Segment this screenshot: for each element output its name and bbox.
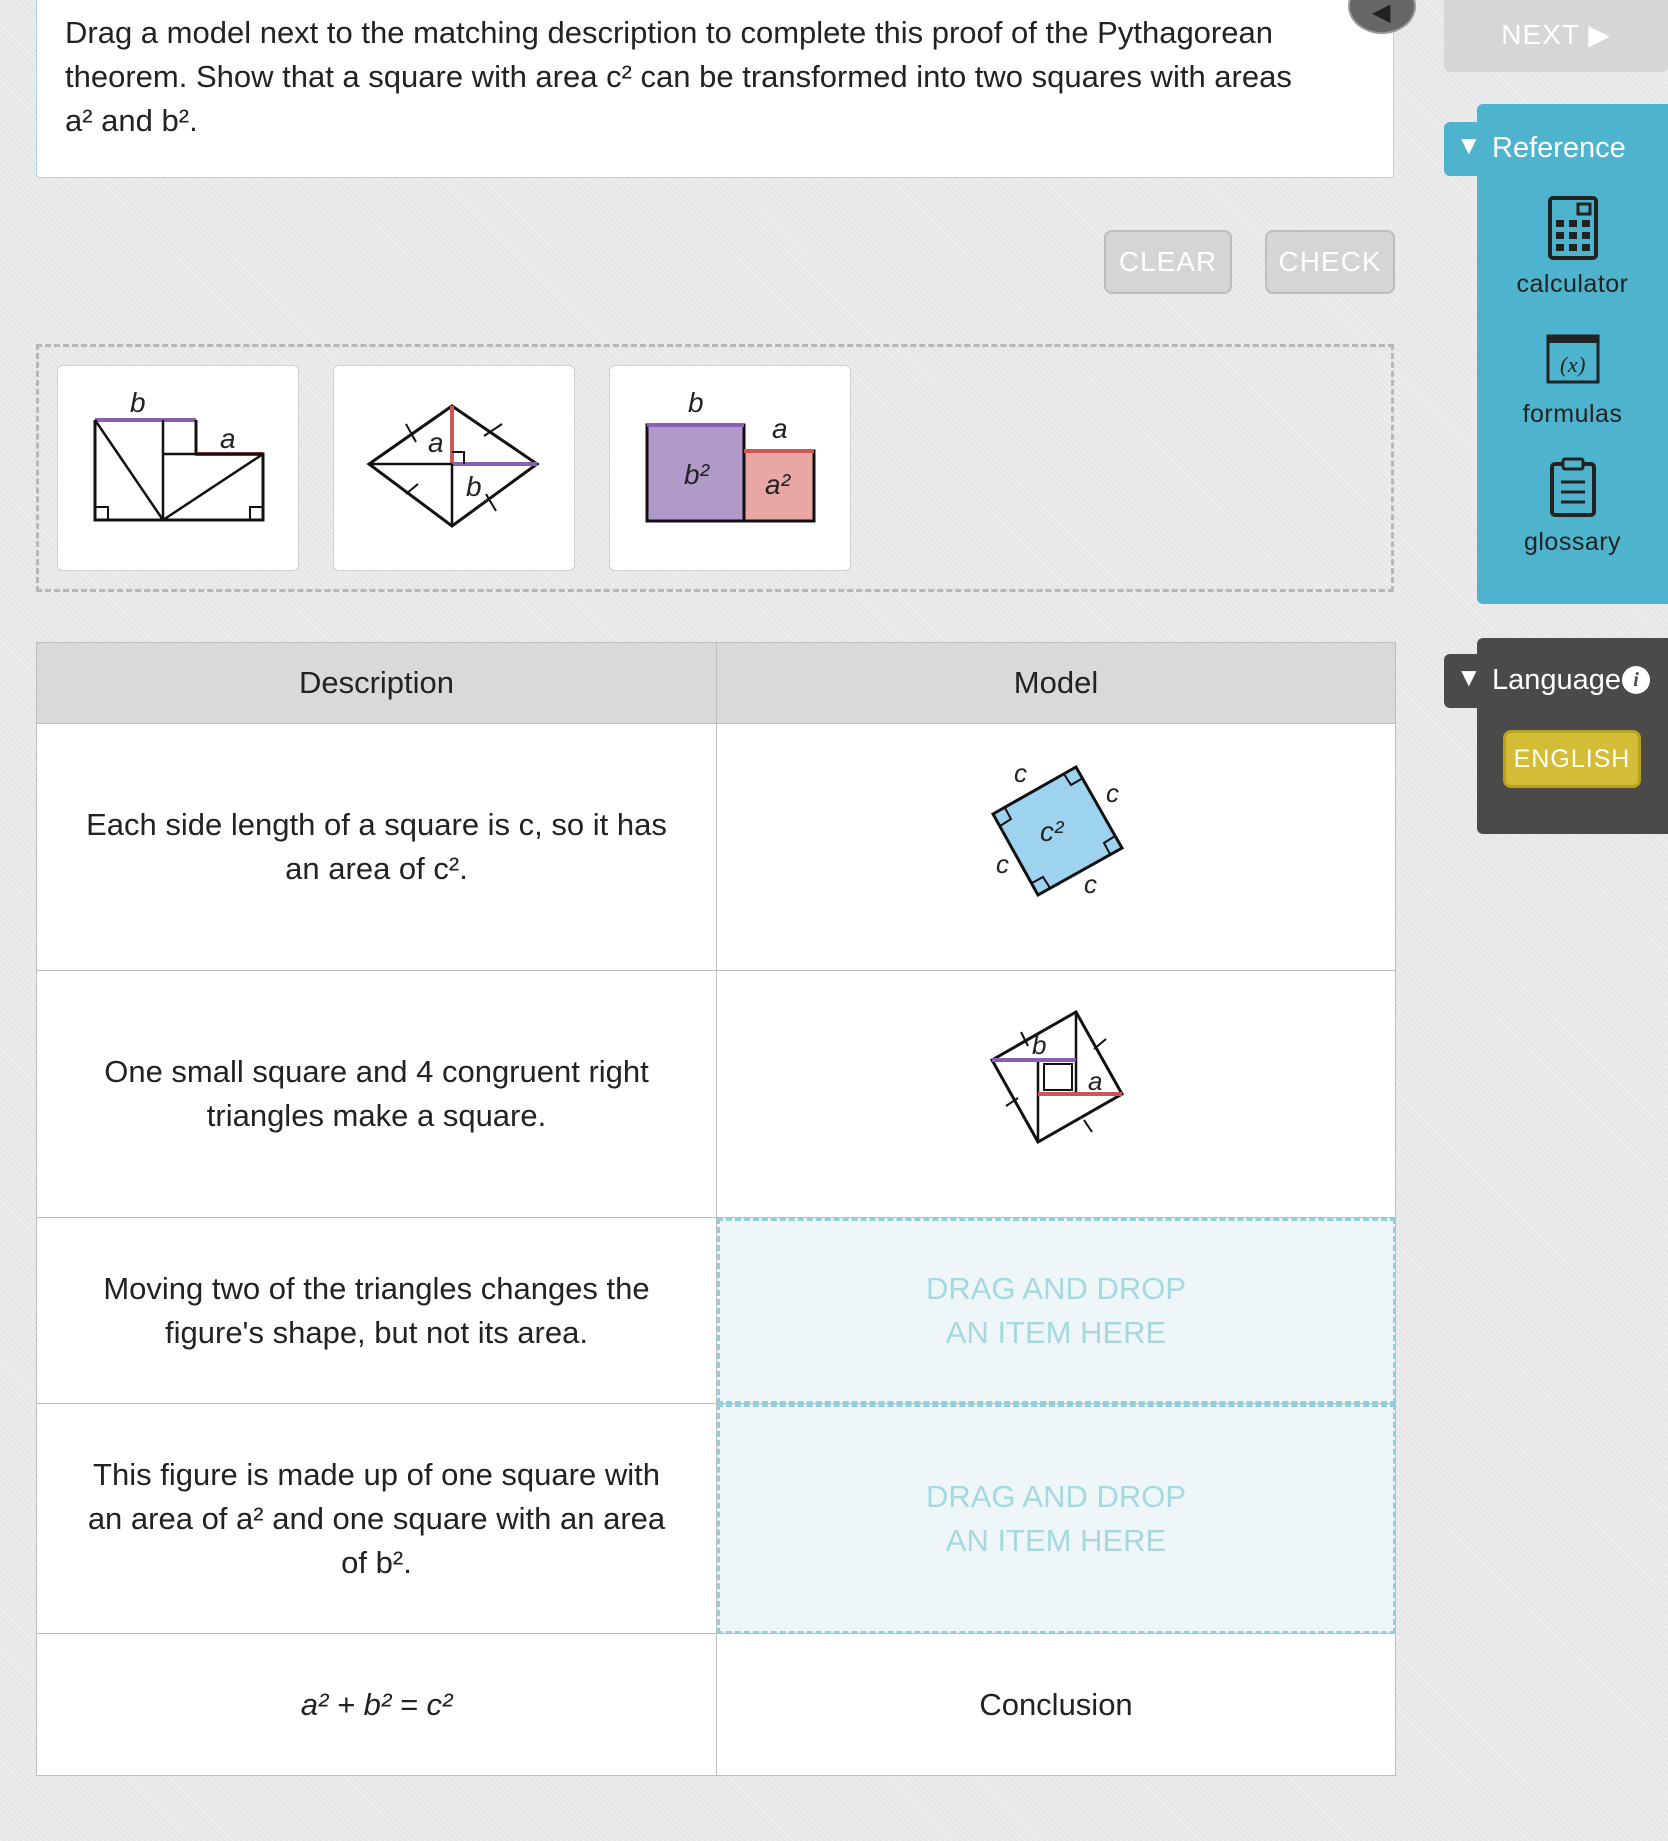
item-bank: b a a b b a b² a²: [36, 344, 1394, 592]
clear-button[interactable]: CLEAR: [1104, 230, 1232, 294]
language-label: Language: [1492, 664, 1622, 696]
label-b: b: [1032, 1030, 1046, 1060]
instructions-line: Drag a model next to the matching descri…: [65, 15, 1273, 50]
calculator-tool[interactable]: calculator: [1477, 196, 1668, 299]
instructions-line: a² and b².: [65, 103, 198, 138]
label-b: b: [130, 387, 146, 418]
description-cell: a² + b² = c²: [36, 1633, 717, 1776]
description-cell: Each side length of a square is c, so it…: [36, 723, 717, 971]
model-cell-square-triangles: b a: [716, 970, 1396, 1218]
formulas-tool[interactable]: (x) formulas: [1477, 334, 1668, 429]
drop-zone-text: AN ITEM HERE: [945, 1522, 1167, 1558]
drop-zone-text: DRAG AND DROP: [925, 1478, 1187, 1514]
side-label-c: c: [1106, 778, 1119, 808]
clear-button-label: CLEAR: [1118, 246, 1218, 277]
table-row: One small square and 4 congruent right t…: [36, 970, 1396, 1218]
label-b: b: [688, 387, 704, 418]
table-row: Each side length of a square is c, so it…: [36, 723, 1396, 971]
check-button[interactable]: CHECK: [1265, 230, 1395, 294]
area-a2: a²: [765, 469, 792, 500]
side-label-c: c: [996, 849, 1009, 879]
label-a: a: [1088, 1066, 1102, 1096]
label-a: a: [428, 427, 444, 458]
area-label-c2: c²: [1040, 816, 1065, 847]
next-button-label: NEXT ▶: [1501, 18, 1611, 50]
speaker-icon: ◀: [1372, 0, 1391, 26]
glossary-label: glossary: [1523, 528, 1622, 556]
description-line: Moving two of the triangles changes the: [103, 1270, 650, 1306]
description-cell: This figure is made up of one square wit…: [36, 1403, 717, 1634]
label-a: a: [772, 413, 788, 444]
description-line: triangles make a square.: [206, 1098, 547, 1133]
english-label: ENGLISH: [1513, 744, 1631, 773]
instructions-line: theorem. Show that a square with area c²…: [65, 59, 1292, 94]
description-line: Each side length of a square is c, so it…: [86, 807, 667, 842]
equation: a² + b² = c²: [300, 1686, 453, 1722]
next-button[interactable]: NEXT ▶: [1444, 0, 1668, 72]
side-label-c: c: [1084, 869, 1097, 899]
check-button-label: CHECK: [1278, 246, 1382, 277]
header-description: Description: [36, 642, 717, 724]
calculator-icon: [1547, 196, 1598, 260]
drop-zone-text: AN ITEM HERE: [945, 1314, 1167, 1350]
description-line: an area of a² and one square with an are…: [87, 1500, 666, 1536]
formulas-label: formulas: [1522, 400, 1623, 428]
conclusion-label: Conclusion: [979, 1686, 1133, 1722]
description-line: One small square and 4 congruent right: [104, 1054, 649, 1089]
drop-zone[interactable]: DRAG AND DROP AN ITEM HERE: [716, 1217, 1396, 1404]
reference-toggle[interactable]: ▼ Reference: [1444, 122, 1668, 176]
collapse-triangle-icon: ▼: [1456, 662, 1482, 692]
instructions-box: Drag a model next to the matching descri…: [36, 0, 1394, 178]
reference-label: Reference: [1492, 132, 1626, 164]
english-language-button[interactable]: ENGLISH: [1503, 730, 1641, 788]
language-toggle[interactable]: ▼ Language i: [1444, 654, 1668, 708]
draggable-model-rearranged-triangles[interactable]: b a: [57, 365, 299, 571]
formulas-icon: (x): [1546, 334, 1599, 384]
model-cell-conclusion: Conclusion: [716, 1633, 1396, 1776]
proof-table: Description Model Each side length of a …: [36, 642, 1396, 1776]
draggable-model-two-squares[interactable]: b a b² a²: [609, 365, 851, 571]
side-label-c: c: [1014, 758, 1027, 788]
table-row: a² + b² = c² Conclusion: [36, 1633, 1396, 1776]
table-row: This figure is made up of one square wit…: [36, 1403, 1396, 1634]
description-cell: One small square and 4 congruent right t…: [36, 970, 717, 1218]
table-row: Moving two of the triangles changes the …: [36, 1217, 1396, 1404]
description-line: an area of c².: [285, 851, 468, 886]
description-line: figure's shape, but not its area.: [165, 1314, 588, 1350]
drop-zone[interactable]: DRAG AND DROP AN ITEM HERE: [716, 1403, 1396, 1634]
description-line: of b².: [341, 1544, 412, 1580]
model-cell-square-c: c c c c c²: [716, 723, 1396, 971]
area-b2: b²: [684, 459, 711, 490]
calculator-label: calculator: [1516, 270, 1629, 298]
info-icon[interactable]: i: [1622, 666, 1650, 694]
collapse-triangle-icon: ▼: [1456, 130, 1482, 160]
label-a: a: [220, 423, 236, 454]
drop-zone-text: DRAG AND DROP: [925, 1270, 1187, 1306]
clipboard-icon: [1549, 457, 1596, 517]
description-line: This figure is made up of one square wit…: [93, 1456, 660, 1492]
description-cell: Moving two of the triangles changes the …: [36, 1217, 717, 1404]
label-b: b: [466, 471, 482, 502]
header-model: Model: [716, 642, 1396, 724]
draggable-model-diamond[interactable]: a b: [333, 365, 575, 571]
formulas-glyph: (x): [1560, 352, 1586, 377]
glossary-tool[interactable]: glossary: [1477, 456, 1668, 557]
